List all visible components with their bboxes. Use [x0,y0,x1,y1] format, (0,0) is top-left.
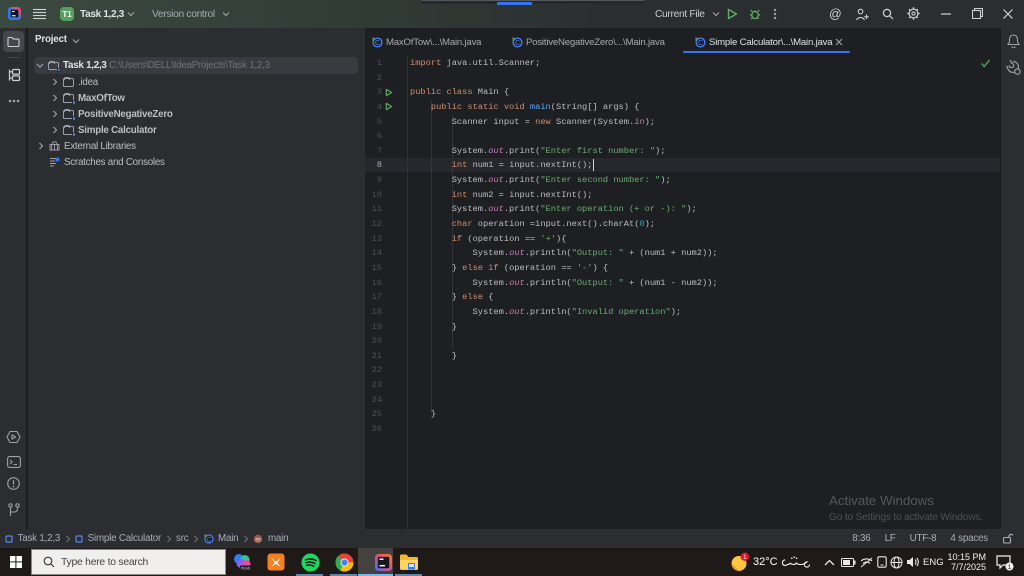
svg-text:PEAS: PEAS [240,566,250,570]
svg-text:1: 1 [1008,564,1012,571]
svg-text:1: 1 [743,554,747,561]
svg-text:C: C [698,40,703,47]
svg-text:C: C [375,40,380,47]
svg-text:m: m [256,536,261,543]
svg-text:C: C [515,40,520,47]
svg-text:C: C [206,536,211,543]
